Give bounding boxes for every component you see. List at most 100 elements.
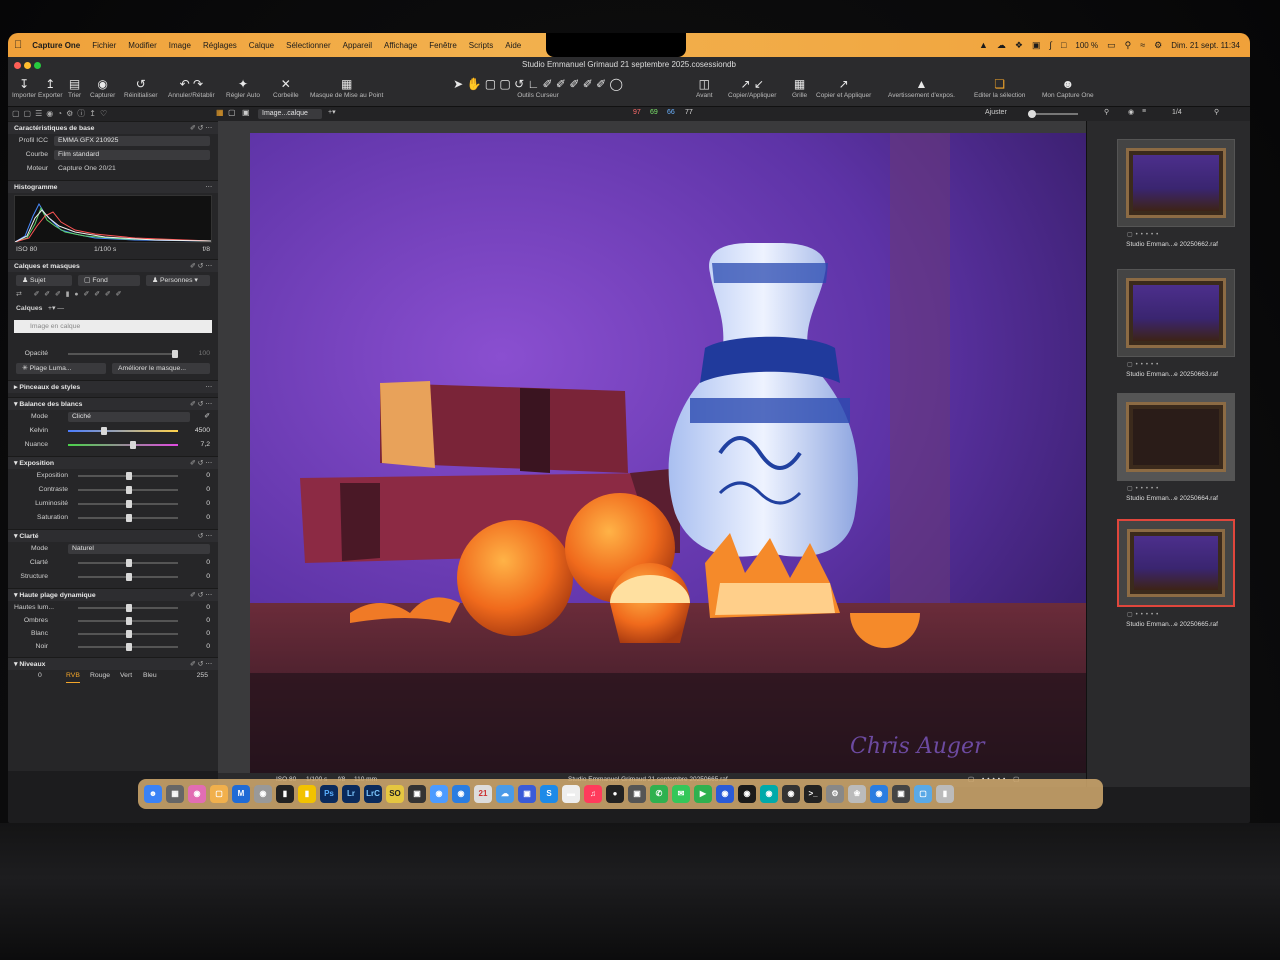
messages-icon[interactable]: ✉ [672,785,690,803]
levels-tab-rgb[interactable]: RVB [66,670,80,683]
filter-icon[interactable]: ≡ [1142,108,1146,115]
grid-view-icon[interactable]: ▦ [216,108,224,117]
menu-appareil[interactable]: Appareil [343,41,372,50]
lightroom-classic-icon[interactable]: LrC [364,785,382,803]
brush-tools-icons[interactable]: ⇄ ✐✐✐▮●✐✐✐✐ [16,288,126,302]
capturer-button[interactable]: ◉ Capturer [90,76,115,99]
capture-one-dock-icon[interactable]: ▢ [210,785,228,803]
menu-fichier[interactable]: Fichier [92,41,116,50]
display-icon[interactable]: ▣ [1032,40,1041,51]
brightness-value[interactable]: 0 [184,497,210,511]
minimize-window-button[interactable] [24,62,31,69]
calendar-icon[interactable]: 21 [474,785,492,803]
menu-app[interactable]: Capture One [32,41,80,50]
facetime-icon[interactable]: ▶ [694,785,712,803]
levels-tab-blue[interactable]: Bleu [143,670,157,682]
brightness-knob[interactable] [126,500,132,508]
thumb-rating-1[interactable]: ▢••••• [1127,231,1161,238]
compare-view-icon[interactable]: ▣ [242,108,250,117]
histogram-header[interactable]: Histogramme ⋯ [8,180,218,193]
histogram-menu-icon[interactable]: ⋯ [205,181,212,194]
menu-fenetre[interactable]: Fenêtre [429,41,457,50]
chrome-icon[interactable]: ◉ [430,785,448,803]
app-icon[interactable]: ◉ [738,785,756,803]
white-knob[interactable] [126,630,132,638]
image-viewer[interactable]: Chris Auger [218,121,1088,773]
copier-et-appliquer-button[interactable]: ↗ Copier et Appliquer [816,76,871,99]
highlights-knob[interactable] [126,604,132,612]
avant-button[interactable]: ◫ Avant [696,76,713,99]
search-icon[interactable]: ⚲ [1125,40,1132,51]
thumbnail-4-selected[interactable] [1117,519,1235,607]
menu-image[interactable]: Image [169,41,191,50]
clarity-header[interactable]: ▾ Clarté ↺ ⋯ [8,529,218,542]
levels-tab-green[interactable]: Vert [120,670,132,682]
launchpad-icon[interactable]: ▦ [166,785,184,803]
saturation-knob[interactable] [126,514,132,522]
app-icon[interactable]: ◉ [188,785,206,803]
importer-button[interactable]: ↧ Importer [12,76,36,99]
background-button[interactable]: ▢ Fond [78,275,140,286]
photoshop-icon[interactable]: Ps [320,785,338,803]
levels-tab-red[interactable]: Rouge [90,670,110,682]
search-icon[interactable]: ⚲ [1104,108,1109,116]
kelvin-slider[interactable] [68,427,178,435]
black-slider[interactable] [78,643,178,651]
masque-mise-au-point-button[interactable]: ▦ Masque de Mise au Point [310,76,383,99]
single-view-icon[interactable]: ▢ [228,108,236,117]
clarity-slider[interactable] [78,559,178,567]
opacity-knob[interactable] [172,350,178,358]
curve-dropdown[interactable]: Film standard [54,150,210,160]
menu-aide[interactable]: Aide [505,41,521,50]
m-app-icon[interactable]: M [232,785,250,803]
tint-slider[interactable] [68,441,178,449]
exposure-warning-button[interactable]: ▲ Avertissement d'expos. [888,76,955,99]
notes-icon[interactable]: ▬ [562,785,580,803]
menu-modifier[interactable]: Modifier [128,41,156,50]
menu-reglages[interactable]: Réglages [203,41,237,50]
black-value[interactable]: 0 [184,640,210,653]
wb-mode-dropdown[interactable]: Cliché [68,412,190,422]
highlights-value[interactable]: 0 [184,601,210,614]
app-icon[interactable]: ❀ [848,785,866,803]
structure-value[interactable]: 0 [184,570,210,584]
painting-image[interactable]: Chris Auger [250,133,1088,773]
downloads-folder-icon[interactable]: ▢ [914,785,932,803]
apple-icon[interactable]:  [14,39,22,51]
structure-knob[interactable] [126,573,132,581]
annuler-button[interactable]: ↶ ↷ Annuler/Rétablir [168,76,215,99]
clock[interactable]: Dim. 21 sept. 11:34 [1171,41,1240,50]
whatsapp-icon[interactable]: ✆ [650,785,668,803]
settings-icon[interactable]: ⚙ [826,785,844,803]
menu-scripts[interactable]: Scripts [469,41,493,50]
browser-search-icon[interactable]: ⚲ [1214,108,1219,116]
app-icon[interactable]: ▮ [276,785,294,803]
saturation-slider[interactable] [78,514,178,522]
lightroom-icon[interactable]: Lr [342,785,360,803]
app-icon[interactable]: ☁ [496,785,514,803]
tint-knob[interactable] [129,441,136,449]
app-icon[interactable]: ◉ [716,785,734,803]
app-icon[interactable]: ▣ [518,785,536,803]
shadows-knob[interactable] [126,617,132,625]
corbeille-button[interactable]: ✕ Corbeille [273,76,299,99]
message-icon[interactable]: □ [1061,40,1066,50]
exporter-button[interactable]: ↥ Exporter [38,76,63,99]
app-icon[interactable]: ◉ [870,785,888,803]
subject-button[interactable]: ♟ Sujet [16,275,72,286]
finder-icon[interactable]: ☻ [144,785,162,803]
contrast-value[interactable]: 0 [184,483,210,497]
thumb-rating-4[interactable]: ▢••••• [1127,611,1161,618]
clarity-knob[interactable] [126,559,132,567]
skype-icon[interactable]: S [540,785,558,803]
regler-auto-button[interactable]: ✦ Régler Auto [226,76,260,99]
saturation-value[interactable]: 0 [184,511,210,525]
battery-icon[interactable]: ▭ [1107,40,1116,51]
zoom-slider-knob[interactable] [1028,110,1036,118]
thumbnail-2[interactable] [1117,269,1235,357]
menu-selectionner[interactable]: Sélectionner [286,41,330,50]
contrast-knob[interactable] [126,486,132,494]
shadows-slider[interactable] [78,617,178,625]
app-icon[interactable]: ▣ [408,785,426,803]
layers-header[interactable]: Calques et masques ✐ ↺ ⋯ [8,259,218,272]
